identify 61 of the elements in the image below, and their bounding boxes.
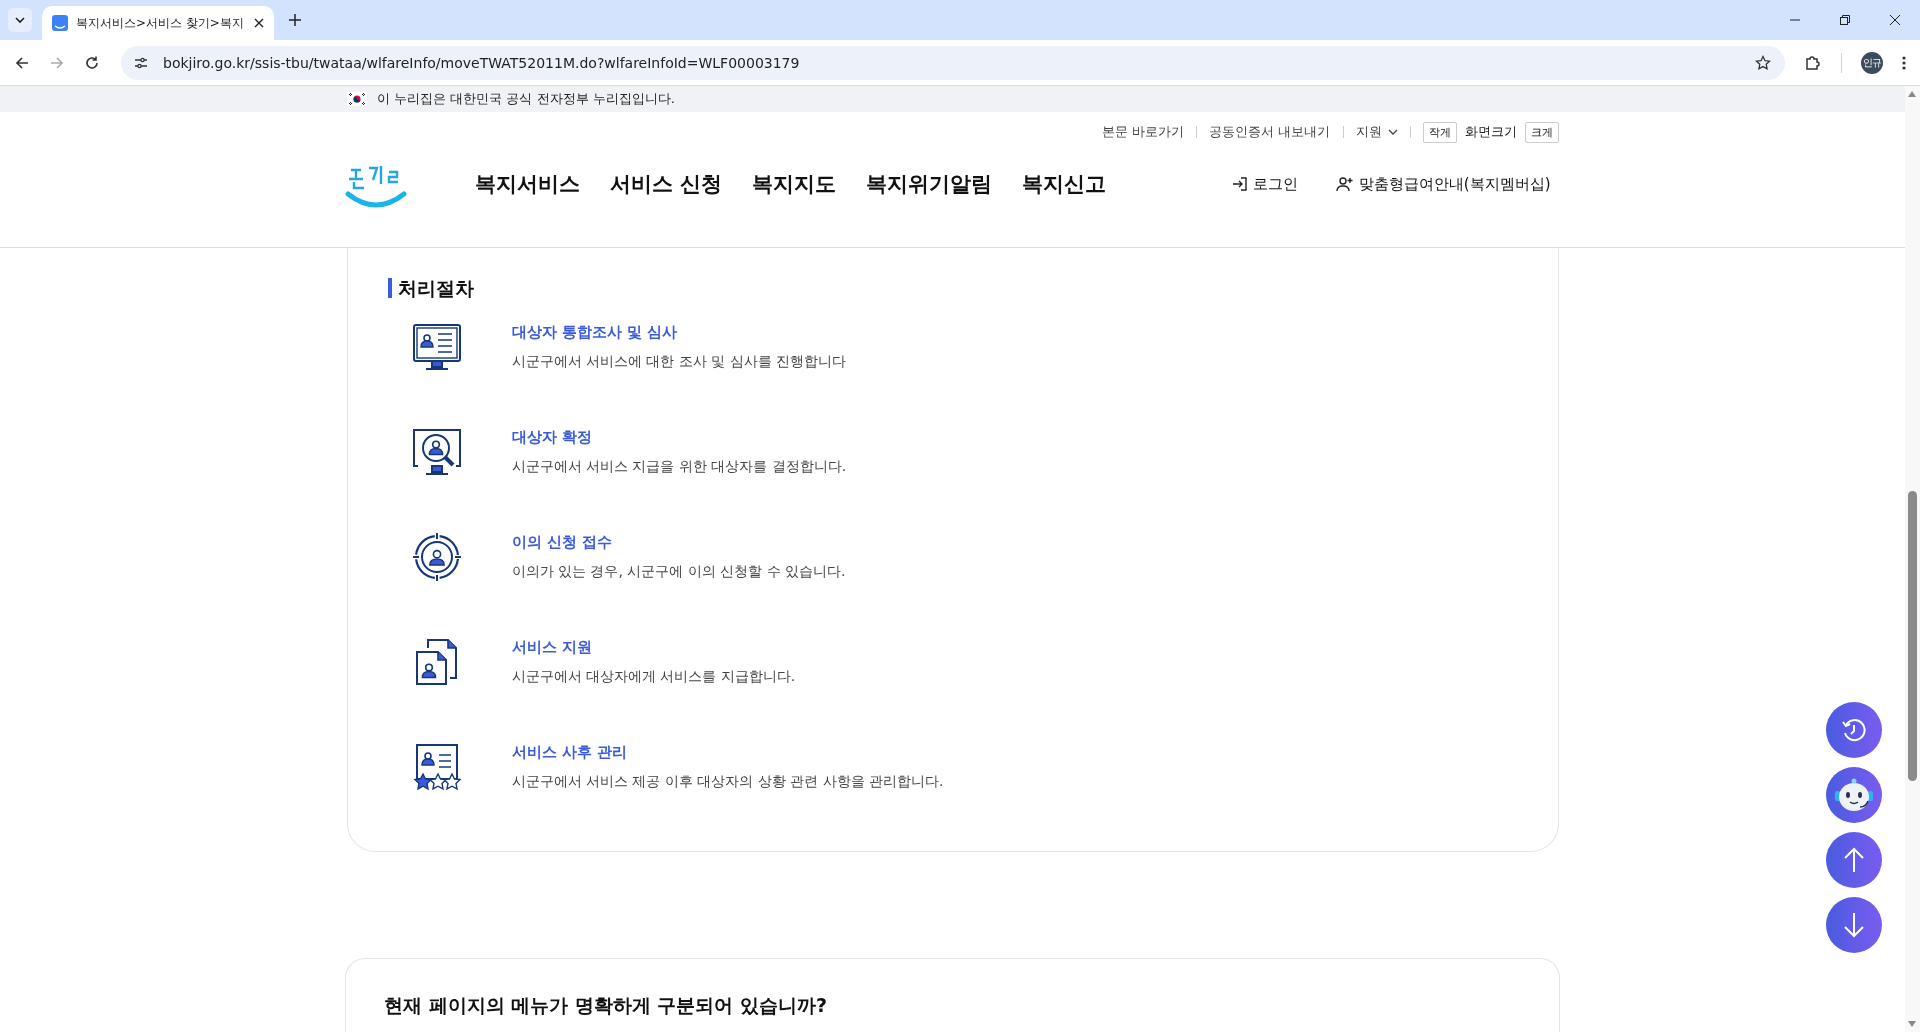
step-title: 대상자 통합조사 및 심사 <box>511 323 679 342</box>
person-add-icon <box>1335 176 1354 192</box>
gov-banner-text: 이 누리집은 대한민국 공식 전자정부 누리집입니다. <box>377 90 675 108</box>
history-icon <box>1840 716 1868 744</box>
history-button[interactable] <box>1826 702 1882 758</box>
step-title: 대상자 확정 <box>511 428 593 447</box>
survey-question: 현재 페이지의 메뉴가 명확하게 구분되어 있습니까? <box>384 993 829 1018</box>
step-title: 서비스 지원 <box>511 638 593 657</box>
flag-icon <box>347 92 367 106</box>
arrow-up-icon <box>1842 846 1866 874</box>
font-size-label: 화면크기 <box>1464 123 1517 141</box>
step-description: 시군구에서 서비스 제공 이후 대상자의 상황 관련 사항을 관리합니다. <box>511 773 944 791</box>
login-icon <box>1231 176 1248 192</box>
section-title: 처리절차 <box>387 278 1518 298</box>
support-dropdown[interactable]: 지원 <box>1355 123 1398 141</box>
scroll-bottom-button[interactable] <box>1826 897 1882 953</box>
new-tab-icon[interactable] <box>288 13 302 27</box>
step-title: 이의 신청 접수 <box>511 533 613 552</box>
tab-search-button[interactable] <box>8 8 32 32</box>
nav-menu-item[interactable]: 복지지도 <box>751 170 836 198</box>
step-description: 시군구에서 대상자에게 서비스를 지급합니다. <box>511 668 796 686</box>
scroll-up-arrow-icon[interactable] <box>1907 90 1917 98</box>
menu-icon[interactable] <box>1902 54 1906 71</box>
back-icon[interactable] <box>14 54 30 71</box>
magnifier-person-icon <box>411 428 462 476</box>
close-icon[interactable] <box>254 18 264 28</box>
membership-link[interactable]: 맞춤형급여안내(복지멤버십) <box>1335 174 1551 194</box>
login-link[interactable]: 로그인 <box>1231 174 1298 194</box>
step-description: 시군구에서 서비스에 대한 조사 및 심사를 진행합니다 <box>511 353 847 371</box>
scroll-down-arrow-icon[interactable] <box>1907 1020 1917 1028</box>
step-description: 시군구에서 서비스 지급을 위한 대상자를 결정합니다. <box>511 458 847 476</box>
url-text: bokjiro.go.kr/ssis-tbu/twataa/wlfareInfo/moveTWAT52011M.do?wlfareInfoId=WLF00003179 <box>163 54 801 71</box>
font-larger-button[interactable]: 크게 <box>1524 121 1559 143</box>
scrollbar-thumb[interactable] <box>1908 491 1917 781</box>
favicon-icon <box>52 15 68 31</box>
restore-icon[interactable] <box>1839 14 1851 26</box>
nav-menu-item[interactable]: 서비스 신청 <box>609 170 722 198</box>
chevron-down-icon <box>1387 129 1398 135</box>
browser-tab[interactable]: 복지서비스>서비스 찾기>복지 <box>42 6 274 40</box>
font-smaller-button[interactable]: 작게 <box>1422 121 1457 143</box>
utility-link[interactable]: 공동인증서 내보내기 <box>1209 123 1331 141</box>
arrow-down-icon <box>1842 911 1866 939</box>
nav-menu-item[interactable]: 복지신고 <box>1021 170 1106 198</box>
chevron-down-icon <box>14 14 26 26</box>
target-person-icon <box>411 533 462 581</box>
monitor-person-icon <box>411 323 462 371</box>
close-icon[interactable] <box>1889 14 1901 26</box>
puzzle-icon[interactable] <box>1804 53 1822 72</box>
profile-avatar[interactable]: 인규 <box>1861 51 1883 74</box>
person-stars-icon <box>411 743 462 791</box>
address-bar[interactable]: bokjiro.go.kr/ssis-tbu/twataa/wlfareInfo/moveTWAT52011M.do?wlfareInfoId=WLF00003179 <box>121 45 1785 80</box>
nav-menu-item[interactable]: 복지위기알림 <box>865 170 992 198</box>
step-title: 서비스 사후 관리 <box>511 743 628 762</box>
scroll-top-button[interactable] <box>1826 832 1882 888</box>
step-description: 이의가 있는 경우, 시군구에 이의 신청할 수 있습니다. <box>511 563 846 581</box>
chatbot-button[interactable] <box>1826 767 1882 823</box>
nav-menu-item[interactable]: 복지서비스 <box>474 170 580 198</box>
star-icon[interactable] <box>1755 54 1771 71</box>
reload-icon[interactable] <box>84 54 100 71</box>
tab-title: 복지서비스>서비스 찾기>복지 <box>76 14 245 32</box>
utility-link[interactable]: 본문 바로가기 <box>1102 123 1185 141</box>
